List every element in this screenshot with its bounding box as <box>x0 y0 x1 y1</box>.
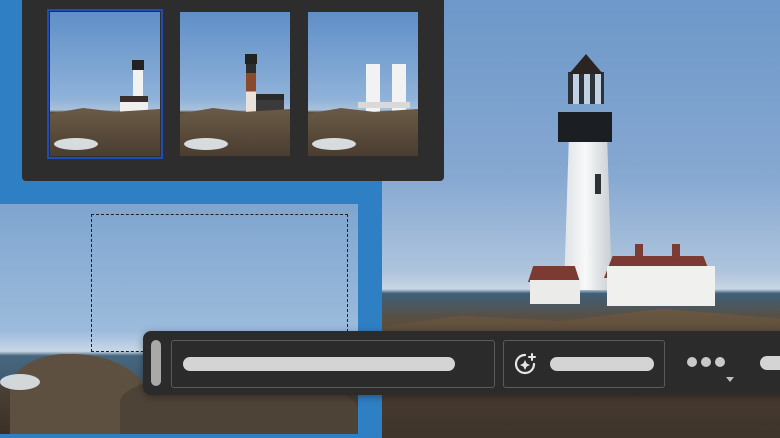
lighthouse-roof <box>569 54 603 74</box>
chevron-down-icon[interactable] <box>726 377 734 382</box>
variations-panel <box>22 0 444 181</box>
prompt-input[interactable] <box>171 340 495 388</box>
small-house <box>530 280 580 304</box>
variation-thumbnail-3[interactable] <box>308 12 418 156</box>
contextual-taskbar <box>143 331 780 395</box>
generative-fill-sparkle-icon <box>514 353 536 375</box>
prompt-placeholder-bar <box>183 357 455 371</box>
sea-foam <box>54 138 98 150</box>
generate-button[interactable] <box>503 340 665 388</box>
more-options-icon <box>715 357 725 367</box>
lighthouse-lamp <box>568 72 604 104</box>
keeper-house <box>607 266 715 306</box>
lighthouse-window <box>595 174 601 194</box>
generate-label-bar <box>550 357 654 371</box>
chimney <box>672 244 680 258</box>
toolbar-pill[interactable] <box>760 356 780 370</box>
more-options-icon <box>687 357 697 367</box>
more-options-button[interactable] <box>687 357 731 369</box>
house-roof <box>358 102 410 108</box>
lighthouse-top <box>245 54 257 64</box>
lighthouse-icon <box>246 62 256 116</box>
lighthouse-icon <box>366 64 380 118</box>
sea-foam <box>0 374 40 390</box>
lighthouse-top <box>132 60 144 70</box>
sea-foam <box>312 138 356 150</box>
chimney <box>635 244 643 258</box>
variation-thumbnail-1[interactable] <box>47 9 163 159</box>
drag-handle[interactable] <box>151 340 161 386</box>
more-options-icon <box>701 357 711 367</box>
sea-foam <box>184 138 228 150</box>
variation-thumbnail-2[interactable] <box>180 12 290 156</box>
lighthouse-gallery <box>558 112 612 142</box>
